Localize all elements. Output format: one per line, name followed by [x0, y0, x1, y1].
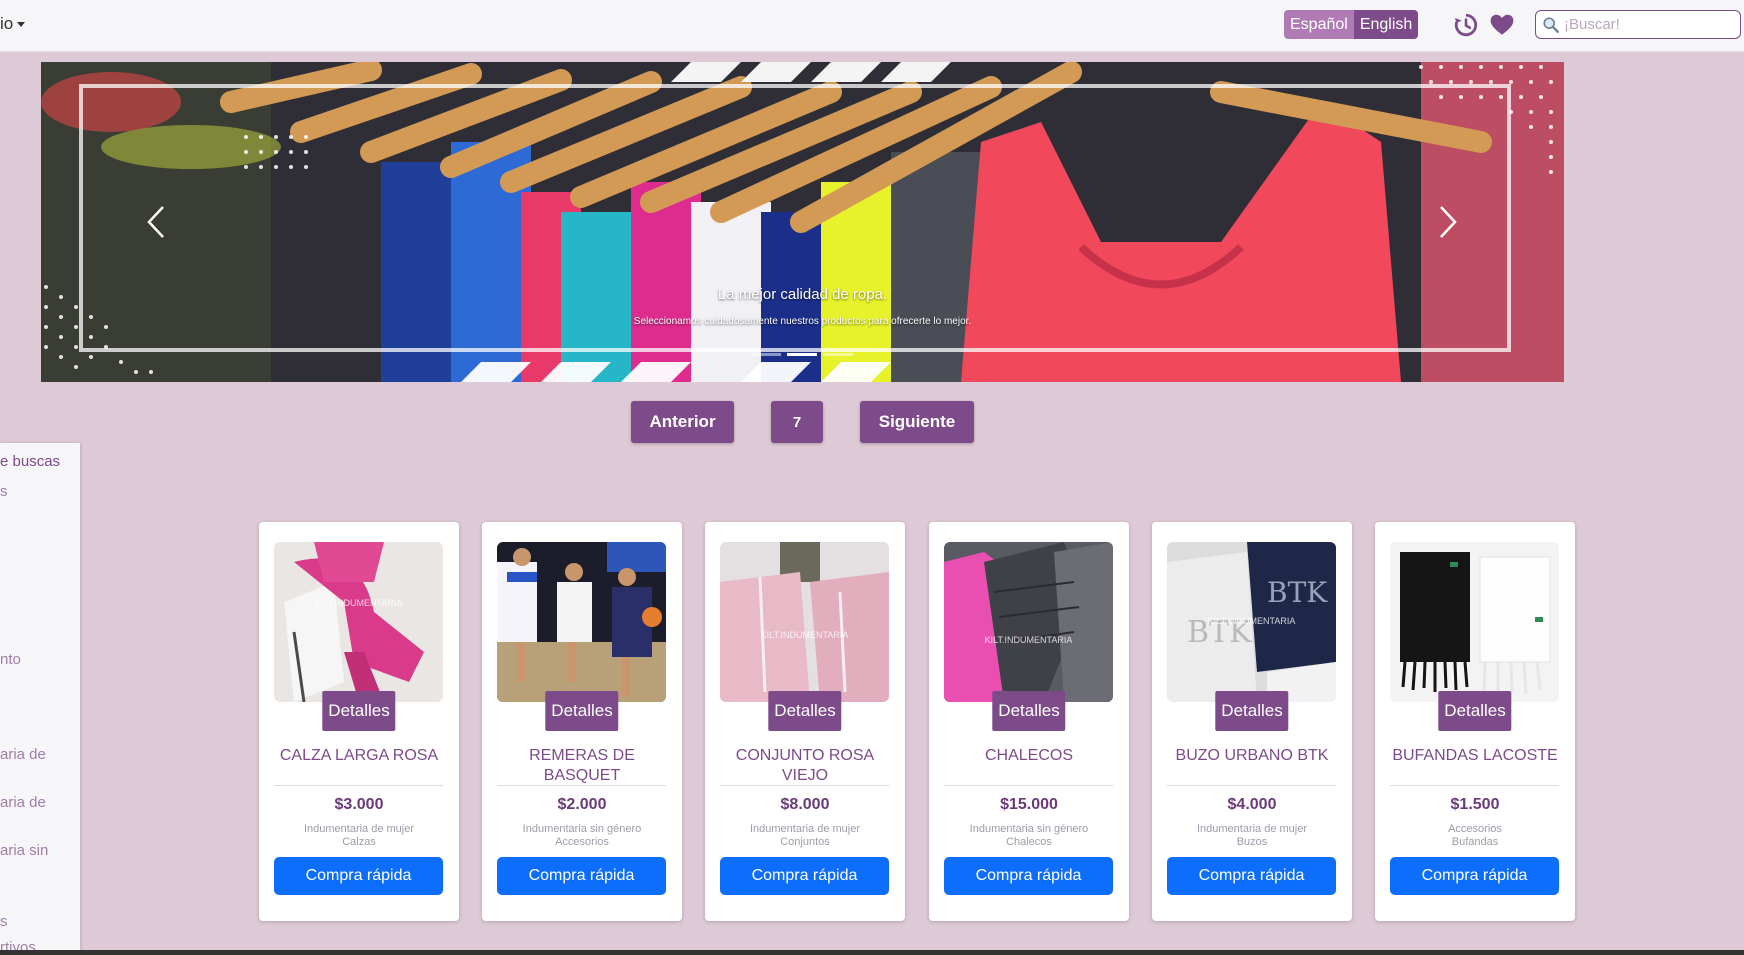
user-menu-label: io — [0, 14, 14, 33]
product-category: Indumentaria sin género — [522, 823, 642, 835]
product-price: $3.000 — [334, 796, 384, 813]
details-button[interactable]: Detalles — [992, 691, 1066, 731]
watermark-text: KILT.INDUMENTARIA — [314, 598, 403, 608]
product-image[interactable]: KILT.INDUMENTARIA — [274, 542, 443, 702]
product-card: KILT.INDUMENTARIA Detalles CONJUNTO ROSA… — [705, 522, 905, 921]
caret-down-icon — [17, 22, 26, 28]
product-card: BTK BTK KILT.INDUMENTARIA Detalles BUZO … — [1152, 522, 1352, 921]
product-name: CALZA LARGA ROSA — [279, 747, 439, 764]
card-divider — [1167, 785, 1336, 786]
product-category: Indumentaria de mujer — [749, 823, 861, 835]
product-subcategory: Accesorios — [555, 836, 609, 848]
svg-text:BTK: BTK — [1267, 576, 1328, 609]
sidebar-heading: e buscas — [0, 453, 61, 470]
details-button[interactable]: Detalles — [545, 691, 619, 731]
product-subcategory: Chalecos — [1006, 836, 1052, 848]
hero-frame — [79, 84, 1511, 352]
search-input[interactable] — [1564, 13, 1734, 36]
user-menu-dropdown[interactable]: io — [0, 14, 26, 34]
hero-subtitle: Seleccionamos cuidadosamente nuestros pr… — [633, 316, 972, 327]
language-switcher: Español English — [1284, 10, 1419, 39]
card-divider — [944, 785, 1113, 786]
product-price: $8.000 — [780, 796, 830, 813]
product-name: BUFANDAS LACOSTE — [1392, 747, 1558, 764]
details-button[interactable]: Detalles — [322, 691, 396, 731]
language-button-espanol[interactable]: Español — [1284, 10, 1354, 39]
history-icon[interactable] — [1453, 12, 1479, 38]
product-image[interactable] — [1390, 542, 1559, 702]
card-divider — [1390, 785, 1559, 786]
product-category: Indumentaria sin género — [969, 823, 1089, 835]
product-subcategory: Calzas — [342, 836, 376, 848]
card-divider — [720, 785, 889, 786]
quick-buy-button[interactable]: Compra rápida — [1167, 857, 1336, 895]
product-image[interactable]: KILT.INDUMENTARIA — [944, 542, 1113, 702]
sidebar-item[interactable]: s — [0, 483, 8, 500]
sidebar-item[interactable]: aria de — [0, 794, 46, 811]
product-subcategory: Buzos — [1236, 836, 1268, 848]
product-card: KILT.INDUMENTARIA Detalles CHALECOS $15.… — [929, 522, 1129, 921]
product-name: REMERAS DE BASQUET — [529, 747, 635, 784]
hero-title: La mejor calidad de ropa. — [717, 286, 888, 303]
quick-buy-button[interactable]: Compra rápida — [274, 857, 443, 895]
carousel-indicator[interactable] — [823, 353, 853, 356]
product-category: Indumentaria de mujer — [303, 823, 415, 835]
product-subcategory: Conjuntos — [780, 836, 830, 848]
carousel-indicator-active[interactable] — [787, 353, 817, 356]
heart-icon[interactable] — [1489, 12, 1515, 38]
hero-carousel: La mejor calidad de ropa. Seleccionamos … — [41, 62, 1564, 382]
product-card: Detalles BUFANDAS LACOSTE $1.500 Accesor… — [1375, 522, 1575, 921]
next-page-button[interactable]: Siguiente — [860, 401, 974, 443]
watermark-text: KILT.INDUMENTARIA — [984, 635, 1073, 645]
current-page-button[interactable]: 7 — [771, 401, 823, 443]
previous-page-button[interactable]: Anterior — [631, 401, 734, 443]
language-button-english[interactable]: English — [1353, 10, 1419, 39]
product-image[interactable]: BTK BTK KILT.INDUMENTARIA — [1167, 542, 1336, 702]
category-sidebar: e buscas s nto aria de aria de aria sin … — [0, 443, 80, 955]
watermark-text: KILT.INDUMENTARIA — [1207, 616, 1296, 626]
quick-buy-button[interactable]: Compra rápida — [720, 857, 889, 895]
product-category: Accesorios — [1448, 823, 1502, 835]
chevron-right-icon[interactable] — [1437, 204, 1459, 240]
product-name: CHALECOS — [984, 747, 1074, 764]
quick-buy-button[interactable]: Compra rápida — [944, 857, 1113, 895]
sidebar-item[interactable]: aria de — [0, 746, 46, 763]
top-navbar: io Español English — [0, 0, 1744, 52]
horizontal-scrollbar[interactable] — [0, 950, 1744, 955]
details-button[interactable]: Detalles — [1438, 691, 1512, 731]
watermark-text: KILT.INDUMENTARIA — [760, 630, 849, 640]
product-price: $4.000 — [1227, 796, 1277, 813]
card-divider — [497, 785, 666, 786]
carousel-indicator[interactable] — [751, 353, 781, 356]
product-card: KILT.INDUMENTARIA Detalles CALZA LARGA R… — [259, 522, 459, 921]
product-category: Indumentaria de mujer — [1196, 823, 1308, 835]
quick-buy-button[interactable]: Compra rápida — [497, 857, 666, 895]
product-subcategory: Bufandas — [1451, 836, 1499, 848]
product-name: CONJUNTO ROSA VIEJO — [735, 747, 875, 784]
chevron-left-icon[interactable] — [145, 204, 167, 240]
sidebar-item[interactable]: s — [0, 913, 8, 930]
sidebar-item[interactable]: nto — [0, 651, 21, 668]
product-price: $1.500 — [1450, 796, 1500, 813]
details-button[interactable]: Detalles — [1215, 691, 1289, 731]
product-image[interactable]: KILT.INDUMENTARIA — [720, 542, 889, 702]
search-box — [1535, 10, 1741, 39]
product-image[interactable] — [497, 542, 666, 702]
search-icon — [1543, 17, 1559, 33]
product-price: $2.000 — [557, 796, 607, 813]
product-price: $15.000 — [1000, 796, 1058, 813]
product-card: Detalles REMERAS DE BASQUET $2.000 Indum… — [482, 522, 682, 921]
details-button[interactable]: Detalles — [768, 691, 842, 731]
quick-buy-button[interactable]: Compra rápida — [1390, 857, 1559, 895]
carousel-indicators — [751, 353, 853, 356]
product-name: BUZO URBANO BTK — [1175, 747, 1329, 764]
sidebar-item[interactable]: aria sin — [0, 842, 48, 859]
card-divider — [274, 785, 443, 786]
